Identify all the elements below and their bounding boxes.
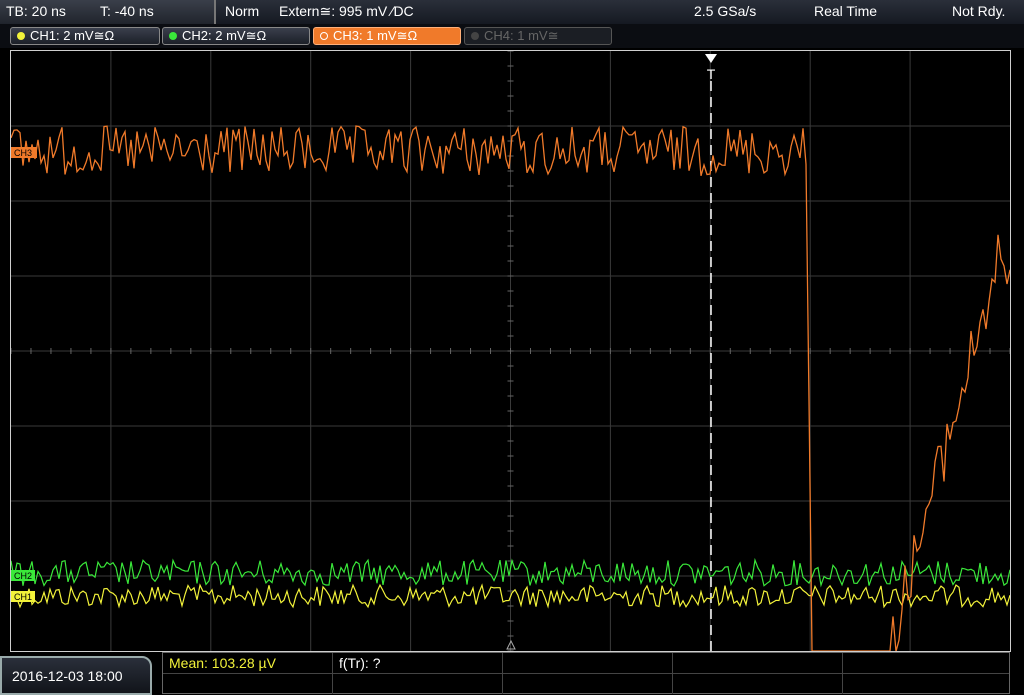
channel-2-marker-label: CH2: [14, 571, 32, 581]
trigger-offset-label: T: -40 ns: [100, 3, 154, 19]
channel-3-level-marker[interactable]: CH3: [11, 147, 37, 158]
channel-3-label: CH3: 1 mV≅Ω: [333, 28, 418, 43]
trigger-triangle-icon[interactable]: [705, 54, 717, 63]
channel-1-dot-icon: [17, 31, 25, 40]
channel-3-dot-icon: [320, 31, 328, 40]
measurement-cell-empty[interactable]: [163, 674, 333, 694]
channel-2-button[interactable]: CH2: 2 mV≅Ω: [162, 27, 310, 45]
measurement-row: [163, 674, 1009, 694]
datetime-box: 2016-12-03 18:00: [0, 656, 152, 695]
waveform-display[interactable]: T CH3 CH2 CH1: [10, 50, 1011, 652]
measurement-cell-frequency[interactable]: f(Tr): ?: [333, 653, 503, 673]
channel-2-level-marker[interactable]: CH2: [11, 570, 35, 581]
channel-2-label: CH2: 2 mV≅Ω: [182, 28, 267, 43]
trigger-marker-label: T: [707, 66, 716, 82]
channel-3-marker-label: CH3: [14, 148, 32, 158]
measurement-cell-empty[interactable]: [503, 674, 673, 694]
channel-1-level-marker[interactable]: CH1: [11, 591, 35, 602]
channel-1-button[interactable]: CH1: 2 mV≅Ω: [10, 27, 160, 45]
timebase-box[interactable]: TB: 20 ns T: -40 ns: [0, 0, 216, 24]
bottom-bar: 2016-12-03 18:00 Mean: 103.28 µV f(Tr): …: [0, 652, 1024, 695]
trigger-state-label: Not Rdy.: [952, 3, 1006, 19]
trigger-source-label[interactable]: Extern≅: 995 mV ∕DC: [279, 3, 414, 20]
datetime-label: 2016-12-03 18:00: [12, 668, 123, 684]
measurement-cell-mean[interactable]: Mean: 103.28 µV: [163, 653, 333, 673]
channel-2-dot-icon: [169, 31, 177, 40]
measurement-cell-empty[interactable]: [673, 674, 843, 694]
channel-4-dot-icon: [471, 31, 479, 40]
channel-bar: CH1: 2 mV≅Ω CH2: 2 mV≅Ω CH3: 1 mV≅Ω CH4:…: [0, 24, 1024, 48]
acquisition-mode-label[interactable]: Real Time: [814, 3, 877, 19]
measurement-cell-empty[interactable]: [333, 674, 503, 694]
measurement-cell-empty[interactable]: [673, 653, 843, 673]
waveform-svg: T CH3 CH2 CH1: [11, 51, 1010, 651]
channel-3-button[interactable]: CH3: 1 mV≅Ω: [313, 27, 461, 45]
measurement-row: Mean: 103.28 µV f(Tr): ?: [163, 653, 1009, 674]
frequency-measurement: f(Tr): ?: [339, 655, 381, 671]
trigger-mode-label[interactable]: Norm: [225, 3, 259, 19]
measurement-panel[interactable]: Mean: 103.28 µV f(Tr): ?: [162, 652, 1010, 694]
sample-rate-label[interactable]: 2.5 GSa/s: [694, 3, 756, 19]
measurement-cell-empty[interactable]: [503, 653, 673, 673]
channel-4-button[interactable]: CH4: 1 mV≅: [464, 27, 612, 45]
status-bar: TB: 20 ns T: -40 ns Norm Extern≅: 995 mV…: [0, 0, 1024, 25]
channel-1-marker-label: CH1: [14, 592, 32, 602]
mean-measurement: Mean: 103.28 µV: [169, 655, 276, 671]
channel-4-label: CH4: 1 mV≅: [484, 28, 559, 43]
channel-1-label: CH1: 2 mV≅Ω: [30, 28, 115, 43]
timebase-label: TB: 20 ns: [6, 3, 66, 19]
grid: [11, 51, 1010, 651]
